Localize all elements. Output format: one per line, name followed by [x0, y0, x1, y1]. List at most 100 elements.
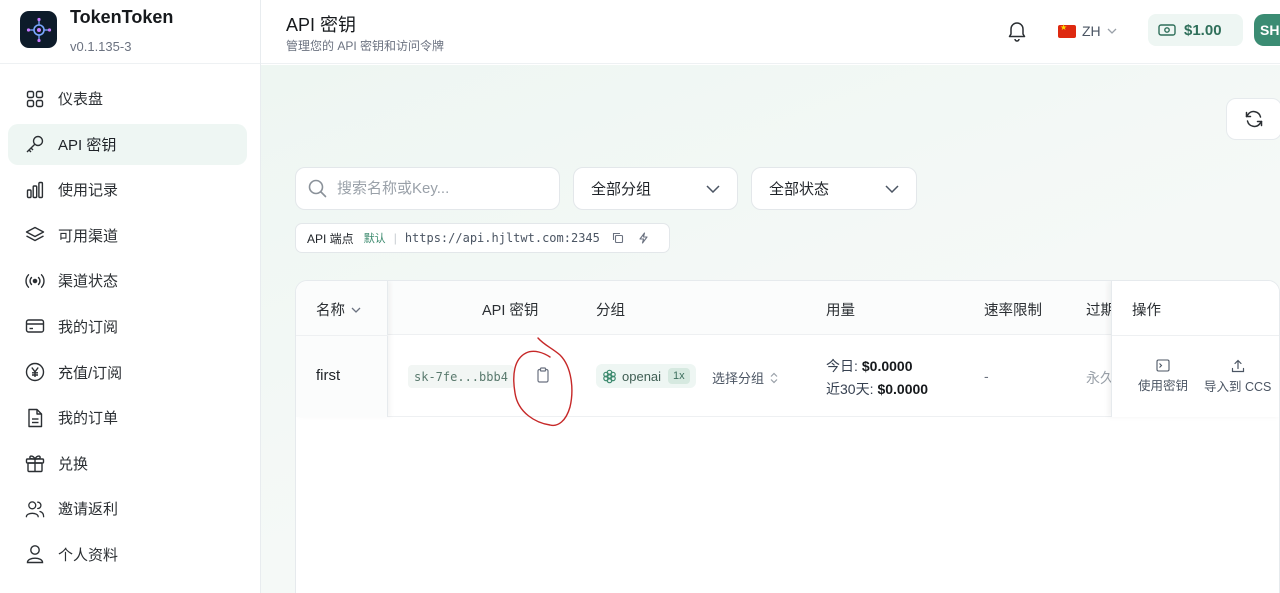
status-filter-value: 全部状态 [769, 181, 830, 198]
sidebar-item-label: 使用记录 [58, 182, 119, 200]
wallet-icon [1158, 24, 1176, 36]
divider: | [393, 231, 397, 245]
chevron-down-icon [351, 307, 361, 313]
sidebar-item-label: 仪表盘 [58, 91, 104, 108]
layers-icon [25, 225, 45, 245]
broadcast-icon [25, 271, 45, 291]
actions-column: 操作 使用密钥 导入到 CCS [1111, 281, 1279, 417]
use-key-button[interactable]: 使用密钥 [1138, 359, 1188, 394]
sidebar-item-label: 我的订单 [58, 410, 119, 428]
bell-icon[interactable] [1007, 20, 1027, 42]
users-icon [25, 499, 45, 519]
import-ccs-button[interactable]: 导入到 CCS [1204, 359, 1271, 395]
brand: TokenToken v0.1.135-3 [0, 0, 260, 64]
endpoint-label: API 端点 [307, 231, 354, 246]
yen-circle-icon [25, 362, 45, 382]
page-title: API 密钥 [286, 15, 357, 35]
top-header: API 密钥 管理您的 API 密钥和访问令牌 ZH $1.00 SH [261, 0, 1280, 64]
column-header-usage: 用量 [826, 303, 855, 319]
endpoint-url: https://api.hjltwt.com:2345 [404, 231, 600, 245]
status-filter-select[interactable]: 全部状态 [751, 167, 917, 210]
rate-limit-value: - [984, 368, 989, 384]
china-flag-icon [1058, 23, 1076, 38]
column-header-name[interactable]: 名称 [316, 299, 361, 320]
clipboard-icon [537, 367, 549, 383]
copy-icon[interactable] [612, 232, 624, 244]
endpoint-default-tag: 默认 [363, 233, 386, 245]
balance-amount: $1.00 [1184, 21, 1222, 39]
sidebar-item-usage[interactable]: 使用记录 [8, 169, 247, 210]
language-switcher[interactable]: ZH [1058, 19, 1117, 43]
refresh-icon [1245, 110, 1263, 128]
column-header-actions: 操作 [1132, 303, 1161, 319]
search-icon [308, 179, 327, 198]
sidebar: TokenToken v0.1.135-3 仪表盘 API 密钥 使用记录 可用… [0, 0, 261, 593]
api-keys-table: API 密钥 分组 用量 速率限制 过期 sk-7fe...bbb4 opena… [295, 280, 1280, 593]
chevron-down-icon [885, 184, 899, 193]
main-content: 全部分组 全部状态 API 端点 默认 | https://api.hjltwt… [261, 65, 1280, 593]
sidebar-item-label: 个人资料 [58, 546, 119, 564]
sidebar-item-label: API 密钥 [58, 136, 117, 154]
chevron-updown-icon [770, 372, 778, 383]
sidebar-item-channels[interactable]: 可用渠道 [8, 215, 247, 256]
sidebar-item-label: 充值/订阅 [58, 364, 123, 382]
document-icon [25, 408, 45, 428]
usage-30d: 近30天: $0.0000 [826, 381, 929, 397]
page-subtitle: 管理您的 API 密钥和访问令牌 [286, 39, 445, 53]
sidebar-item-recharge[interactable]: 充值/订阅 [8, 352, 247, 393]
lightning-icon[interactable] [638, 232, 649, 244]
select-group-label: 选择分组 [712, 371, 765, 386]
api-key-value: sk-7fe...bbb4 [408, 365, 514, 388]
app-version: v0.1.135-3 [70, 39, 132, 54]
group-filter-value: 全部分组 [591, 181, 652, 198]
group-filter-select[interactable]: 全部分组 [573, 167, 738, 210]
sidebar-item-label: 邀请返利 [58, 501, 119, 519]
dashboard-icon [25, 89, 45, 109]
sidebar-item-profile[interactable]: 个人资料 [8, 534, 247, 575]
upload-icon [1231, 359, 1244, 373]
sidebar-item-orders[interactable]: 我的订单 [8, 397, 247, 438]
api-endpoint-bar: API 端点 默认 | https://api.hjltwt.com:2345 [295, 223, 670, 253]
column-header-rate-limit: 速率限制 [984, 303, 1042, 319]
chevron-down-icon [706, 184, 720, 193]
key-name: first [316, 367, 341, 384]
app-logo [20, 11, 57, 48]
sidebar-item-label: 可用渠道 [58, 227, 119, 245]
search-box [295, 167, 560, 210]
chevron-down-icon [1107, 28, 1117, 34]
balance-badge[interactable]: $1.00 [1148, 14, 1243, 46]
expire-value: 永久 [1086, 370, 1114, 386]
copy-key-button[interactable] [536, 367, 552, 385]
sidebar-item-label: 渠道状态 [58, 273, 119, 291]
user-icon [25, 544, 45, 564]
sidebar-item-dashboard[interactable]: 仪表盘 [8, 78, 247, 119]
key-icon [25, 134, 45, 154]
sidebar-item-redeem[interactable]: 兑换 [8, 443, 247, 484]
sidebar-item-api-keys[interactable]: API 密钥 [8, 123, 247, 165]
name-column: 名称 first [296, 281, 388, 417]
language-label: ZH [1082, 23, 1101, 39]
column-header-key: API 密钥 [482, 303, 539, 319]
refresh-button[interactable] [1226, 98, 1280, 140]
sidebar-item-channel-status[interactable]: 渠道状态 [8, 260, 247, 301]
bar-chart-icon [25, 180, 45, 200]
gift-icon [25, 453, 45, 473]
sidebar-nav: 仪表盘 API 密钥 使用记录 可用渠道 渠道状态 我的订阅 充值/订阅 我的订… [8, 78, 247, 580]
terminal-icon [1156, 359, 1170, 372]
credit-card-icon [25, 316, 45, 336]
openai-icon [603, 369, 616, 383]
sidebar-item-referral[interactable]: 邀请返利 [8, 488, 247, 529]
sidebar-item-label: 兑换 [58, 455, 89, 473]
app-name: TokenToken [70, 7, 174, 27]
avatar[interactable]: SH [1254, 14, 1280, 46]
group-multiplier: 1x [668, 368, 690, 384]
search-input[interactable] [337, 180, 537, 197]
usage-cell: 今日: $0.0000 近30天: $0.0000 [826, 355, 928, 401]
group-name: openai [622, 368, 662, 384]
group-badge: openai 1x [596, 364, 696, 388]
sidebar-item-label: 我的订阅 [58, 318, 119, 336]
sidebar-item-subscriptions[interactable]: 我的订阅 [8, 306, 247, 347]
column-header-group: 分组 [596, 303, 625, 319]
select-group-dropdown[interactable]: 选择分组 [712, 368, 778, 387]
usage-today: 今日: $0.0000 [826, 358, 913, 374]
